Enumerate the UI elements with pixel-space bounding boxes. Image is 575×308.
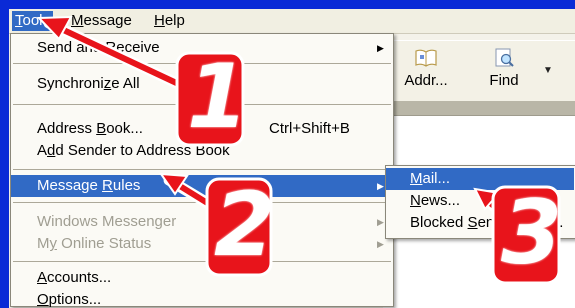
callout-number-2: 2 <box>214 173 276 276</box>
callout-arrow-1 <box>36 15 191 93</box>
callout-number-3: 3 <box>501 181 563 284</box>
callout-arrow-2 <box>158 172 215 210</box>
callout-number-1: 1 <box>187 45 249 148</box>
callout-arrows <box>36 15 561 285</box>
app-window: Tools Message Help Addr... Find ▼ Send a… <box>9 9 575 308</box>
